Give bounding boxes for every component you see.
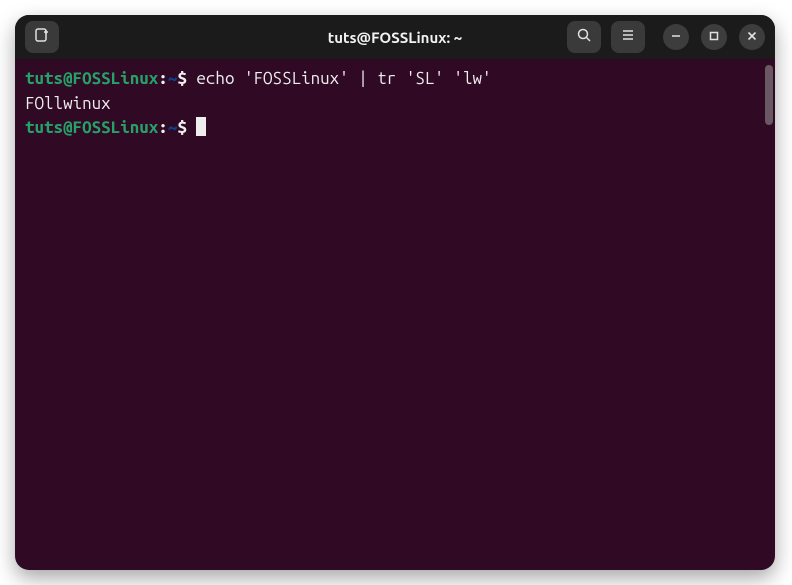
scrollbar[interactable] <box>765 65 773 125</box>
window-title: tuts@FOSSLinux: ~ <box>328 29 462 46</box>
prompt-user: tuts@FOSSLinux <box>25 69 158 88</box>
terminal-window: tuts@FOSSLinux: ~ <box>15 15 775 570</box>
menu-icon <box>620 27 636 47</box>
minimize-button[interactable] <box>663 24 689 50</box>
prompt-path: ~ <box>168 118 178 137</box>
prompt-colon: : <box>158 118 168 137</box>
prompt-dollar: $ <box>177 69 196 88</box>
close-button[interactable] <box>739 24 765 50</box>
prompt-user: tuts@FOSSLinux <box>25 118 158 137</box>
search-icon <box>576 27 592 47</box>
titlebar-left <box>25 21 59 53</box>
window-controls <box>663 24 765 50</box>
terminal-line: tuts@FOSSLinux:~$ echo 'FOSSLinux' | tr … <box>25 67 765 92</box>
command-text: echo 'FOSSLinux' | tr 'SL' 'lw' <box>196 69 491 88</box>
prompt-dollar: $ <box>177 118 196 137</box>
titlebar-right <box>567 21 765 53</box>
new-tab-icon <box>33 26 51 48</box>
new-tab-button[interactable] <box>25 21 59 53</box>
prompt-colon: : <box>158 69 168 88</box>
cursor <box>196 117 206 136</box>
menu-button[interactable] <box>611 21 645 53</box>
close-icon <box>746 28 758 46</box>
titlebar: tuts@FOSSLinux: ~ <box>15 15 775 59</box>
maximize-button[interactable] <box>701 24 727 50</box>
search-button[interactable] <box>567 21 601 53</box>
terminal-body[interactable]: tuts@FOSSLinux:~$ echo 'FOSSLinux' | tr … <box>15 59 775 570</box>
maximize-icon <box>708 28 720 46</box>
minimize-icon <box>670 28 682 46</box>
terminal-line: tuts@FOSSLinux:~$ <box>25 116 765 141</box>
terminal-output: FOllwinux <box>25 92 765 117</box>
prompt-path: ~ <box>168 69 178 88</box>
